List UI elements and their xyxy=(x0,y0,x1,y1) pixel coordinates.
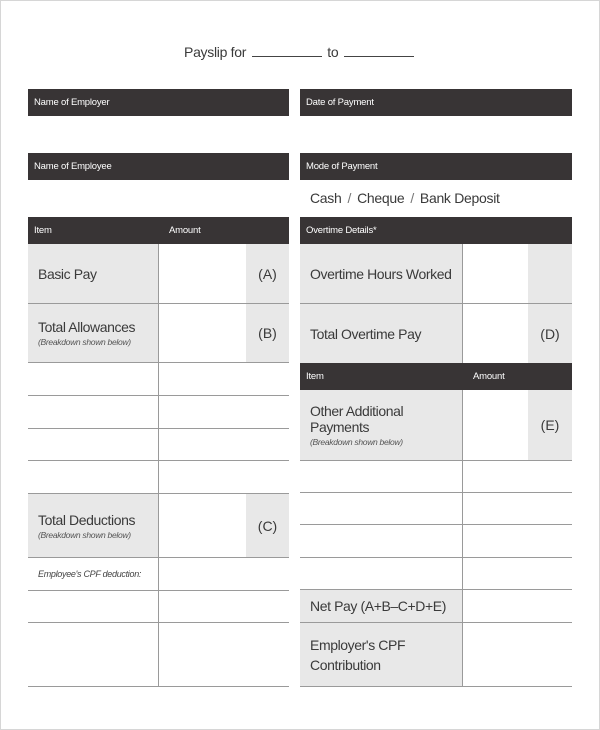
employee-name-bar: Name of Employee xyxy=(28,153,289,180)
employee-name-label: Name of Employee xyxy=(34,161,112,172)
amount-column-header: Amount xyxy=(473,371,505,382)
total-overtime-pay-field[interactable] xyxy=(463,304,528,363)
basic-pay-label: Basic Pay xyxy=(38,265,97,282)
total-allowances-note: (Breakdown shown below) xyxy=(38,337,131,347)
deduction-amount-field[interactable] xyxy=(159,591,289,623)
total-allowances-code: (B) xyxy=(246,304,289,363)
employer-cpf-label-line1: Employer's CPF xyxy=(310,636,406,653)
additional-item-field[interactable] xyxy=(300,461,462,493)
column-divider xyxy=(462,390,463,687)
row-divider xyxy=(300,303,572,304)
earnings-table-header: Item Amount xyxy=(28,217,289,244)
additional-amount-field[interactable] xyxy=(463,461,572,493)
additional-amount-field[interactable] xyxy=(463,558,572,590)
employer-cpf-label-cell: Employer's CPF Contribution xyxy=(300,623,462,687)
overtime-hours-field[interactable] xyxy=(463,244,528,304)
total-overtime-pay-label: Total Overtime Pay xyxy=(310,325,422,342)
mode-of-payment-label: Mode of Payment xyxy=(306,161,378,172)
total-deductions-amount-field[interactable] xyxy=(159,494,246,558)
other-payments-note: (Breakdown shown below) xyxy=(310,437,403,447)
total-deductions-note: (Breakdown shown below) xyxy=(38,529,131,540)
employer-name-label: Name of Employer xyxy=(34,97,110,108)
allowance-amount-field[interactable] xyxy=(159,363,289,396)
basic-pay-amount-field[interactable] xyxy=(159,244,246,304)
total-allowances-label-cell: Total Allowances (Breakdown shown below) xyxy=(28,304,158,363)
overtime-hours-label: Overtime Hours Worked xyxy=(310,265,452,282)
employer-cpf-amount-field[interactable] xyxy=(463,623,572,687)
allowance-amount-field[interactable] xyxy=(159,429,289,461)
net-pay-amount-field[interactable] xyxy=(463,590,572,623)
allowance-item-field[interactable] xyxy=(28,461,158,494)
overtime-details-label: Overtime Details* xyxy=(306,225,377,236)
column-divider xyxy=(158,244,159,687)
deduction-amount-field[interactable] xyxy=(159,623,289,687)
mode-option-cash[interactable]: Cash xyxy=(310,190,342,206)
overtime-details-header: Overtime Details* xyxy=(300,217,572,244)
allowance-amount-field[interactable] xyxy=(159,461,289,494)
net-pay-label-cell: Net Pay (A+B–C+D+E) xyxy=(300,590,462,623)
item-column-header: Item xyxy=(34,225,52,236)
code-e: (E) xyxy=(540,417,560,433)
employee-name-field[interactable] xyxy=(28,181,289,215)
payslip-title: Payslip for to xyxy=(0,44,600,60)
total-allowances-amount-field[interactable] xyxy=(159,304,246,363)
cpf-deduction-label-cell: Employee's CPF deduction: xyxy=(28,558,158,591)
mode-option-cheque[interactable]: Cheque xyxy=(357,190,405,206)
basic-pay-label-cell: Basic Pay xyxy=(28,244,158,304)
period-end-field[interactable] xyxy=(343,44,414,57)
cpf-deduction-label: Employee's CPF deduction: xyxy=(38,569,142,579)
title-to: to xyxy=(327,44,339,60)
overtime-hours-label-cell: Overtime Hours Worked xyxy=(300,244,462,304)
separator: / xyxy=(347,190,352,206)
cpf-deduction-amount-field[interactable] xyxy=(159,558,289,591)
other-payments-code: (E) xyxy=(528,390,572,461)
allowance-item-field[interactable] xyxy=(28,396,158,429)
total-deductions-label-cell: Total Deductions (Breakdown shown below) xyxy=(28,494,158,558)
code-a: (A) xyxy=(258,265,277,282)
additional-amount-field[interactable] xyxy=(463,493,572,525)
deduction-item-field[interactable] xyxy=(28,591,158,623)
allowance-amount-field[interactable] xyxy=(159,396,289,429)
overtime-hours-code-cell xyxy=(528,244,572,304)
employer-name-field[interactable] xyxy=(28,117,289,151)
net-pay-label: Net Pay (A+B–C+D+E) xyxy=(310,598,446,614)
item-column-header: Item xyxy=(306,371,324,382)
allowance-item-field[interactable] xyxy=(28,429,158,461)
total-deductions-code: (C) xyxy=(246,494,289,558)
other-payments-label: Other Additional Payments xyxy=(310,403,404,435)
basic-pay-code: (A) xyxy=(246,244,289,304)
other-payments-amount-field[interactable] xyxy=(463,390,528,461)
additional-table-header: Item Amount xyxy=(300,363,572,390)
additional-item-field[interactable] xyxy=(300,558,462,590)
deduction-item-field[interactable] xyxy=(28,623,158,687)
period-start-field[interactable] xyxy=(251,44,322,57)
date-of-payment-bar: Date of Payment xyxy=(300,89,572,116)
allowance-item-field[interactable] xyxy=(28,363,158,396)
code-c: (C) xyxy=(257,517,278,534)
code-d: (D) xyxy=(540,325,560,342)
separator: / xyxy=(410,190,414,206)
amount-column-header: Amount xyxy=(169,225,201,236)
mode-option-bank-deposit[interactable]: Bank Deposit xyxy=(420,190,500,206)
total-allowances-label: Total Allowances xyxy=(38,319,136,335)
employer-cpf-label-line2: Contribution xyxy=(310,656,381,673)
date-of-payment-field[interactable] xyxy=(300,117,572,151)
title-prefix: Payslip for xyxy=(184,44,247,60)
mode-of-payment-options: Cash / Cheque / Bank Deposit xyxy=(310,190,500,206)
total-overtime-pay-code: (D) xyxy=(528,304,572,363)
additional-item-field[interactable] xyxy=(300,493,462,525)
total-deductions-label: Total Deductions xyxy=(38,511,136,528)
code-b: (B) xyxy=(258,325,277,341)
employer-name-bar: Name of Employer xyxy=(28,89,289,116)
additional-amount-field[interactable] xyxy=(463,525,572,558)
other-payments-label-cell: Other Additional Payments (Breakdown sho… xyxy=(300,390,462,461)
mode-of-payment-bar: Mode of Payment xyxy=(300,153,572,180)
total-overtime-pay-label-cell: Total Overtime Pay xyxy=(300,304,462,363)
date-of-payment-label: Date of Payment xyxy=(306,97,374,108)
additional-item-field[interactable] xyxy=(300,525,462,558)
